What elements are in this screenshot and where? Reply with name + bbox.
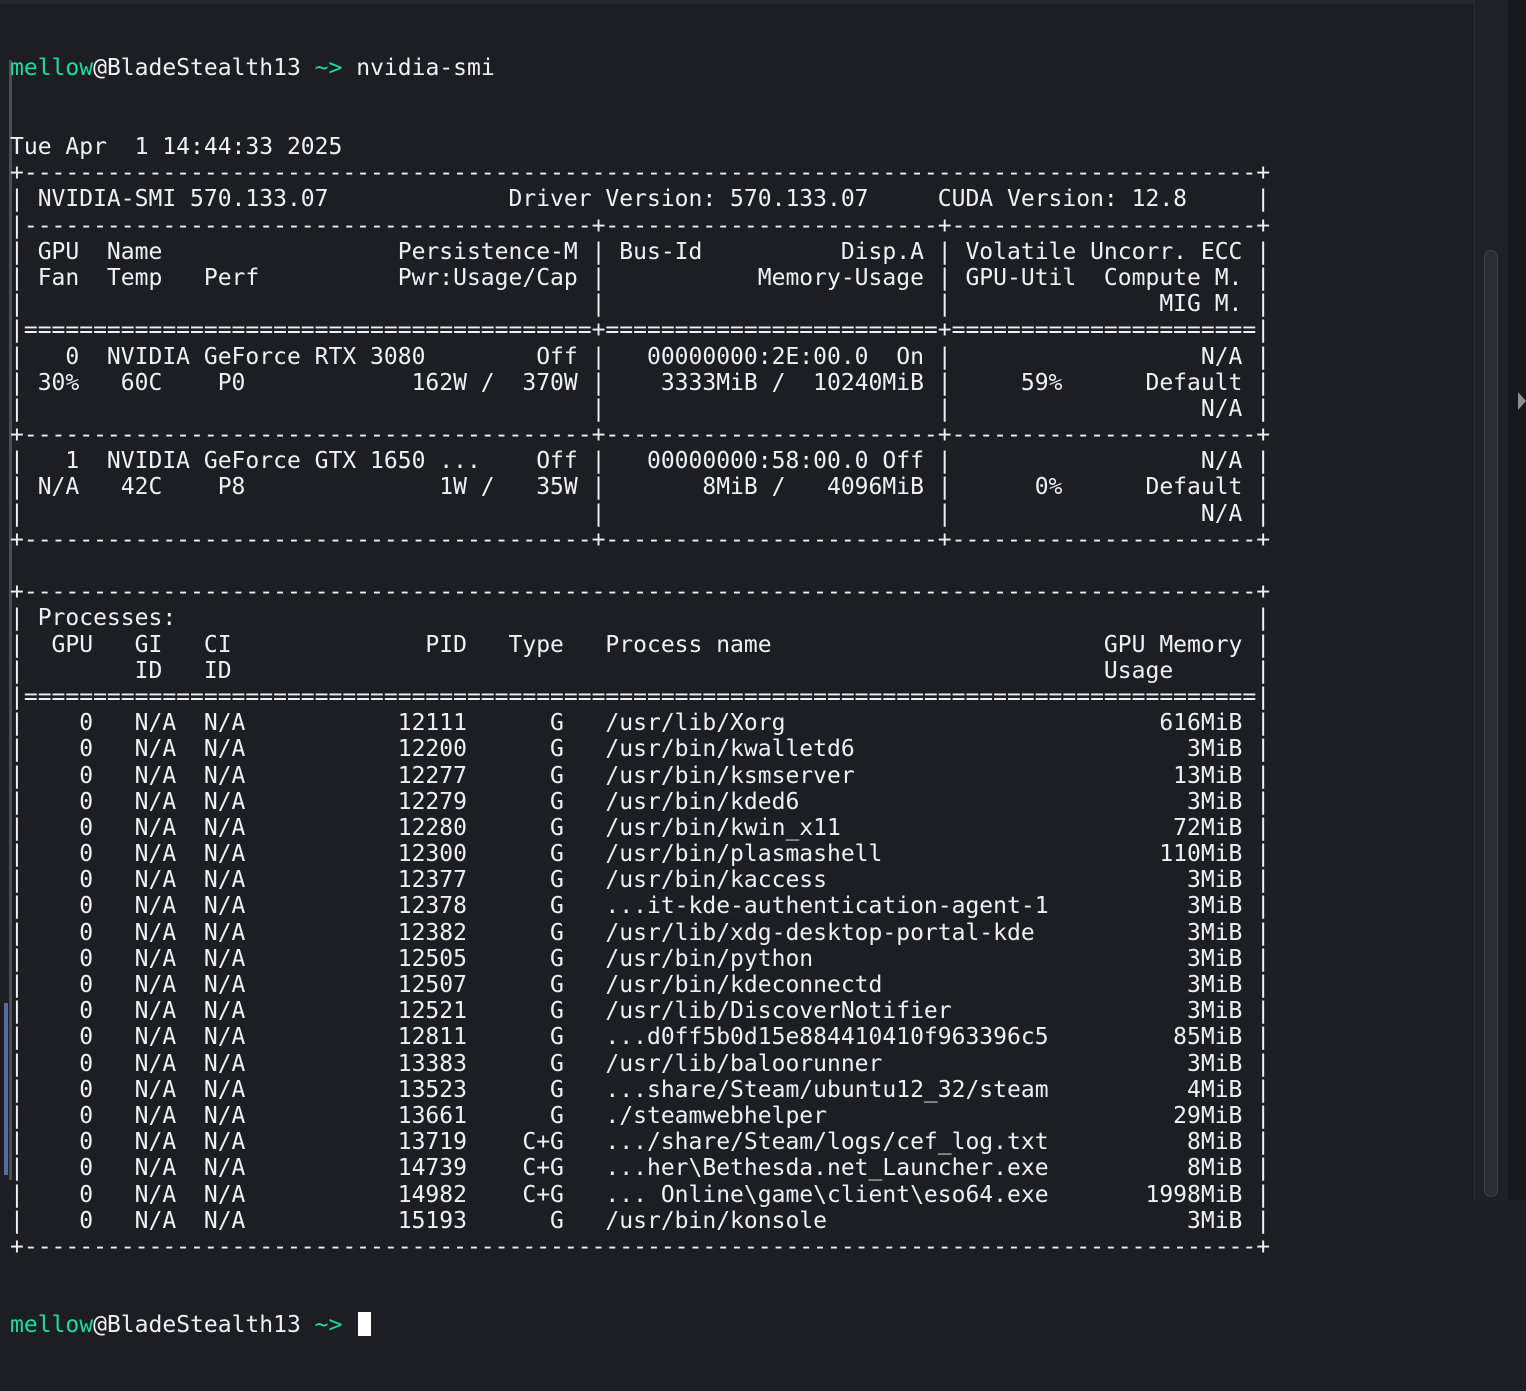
collapse-arrow-icon[interactable] <box>1518 392 1526 410</box>
output-line: | 0 N/A N/A 12300 G /usr/bin/plasmashell… <box>10 841 1271 868</box>
output-line: | 0 N/A N/A 12505 G /usr/bin/python 3MiB… <box>10 945 1271 972</box>
output-line: | Fan Temp Perf Pwr:Usage/Cap | Memory-U… <box>10 264 1271 291</box>
prompt-dir-current: ~> <box>300 1312 343 1339</box>
output-line: |=======================================… <box>10 683 1271 710</box>
output-line: +---------------------------------------… <box>10 160 1271 187</box>
output-line: | | | N/A | <box>10 395 1271 422</box>
output-line: | 0 N/A N/A 15193 G /usr/bin/konsole 3Mi… <box>10 1207 1271 1234</box>
output-line: | Processes: | <box>10 605 1271 632</box>
scrollbar-thumb[interactable] <box>1484 250 1498 1197</box>
output-line: | 0 N/A N/A 12377 G /usr/bin/kaccess 3Mi… <box>10 867 1271 894</box>
prompt-host-current: BladeStealth13 <box>106 1312 301 1339</box>
output-line: | 0 N/A N/A 13523 G ...share/Steam/ubunt… <box>10 1076 1271 1103</box>
output-line: | 1 NVIDIA GeForce GTX 1650 ... Off | 00… <box>10 448 1271 475</box>
output-line: |---------------------------------------… <box>10 212 1271 239</box>
prompt-command: nvidia-smi <box>342 55 495 82</box>
output-line: +---------------------------------------… <box>10 579 1271 606</box>
output-line: | 0 N/A N/A 13383 G /usr/lib/baloorunner… <box>10 1050 1271 1077</box>
output-line: Tue Apr 1 14:44:33 2025 <box>10 134 343 160</box>
gutter-highlight <box>4 1003 8 1175</box>
prompt-host: BladeStealth13 <box>106 55 301 82</box>
output-line: | | | N/A | <box>10 500 1271 527</box>
output-line: | GPU GI CI PID Type Process name GPU Me… <box>10 631 1271 658</box>
output-line: | 0 N/A N/A 12280 G /usr/bin/kwin_x11 72… <box>10 814 1271 841</box>
prompt-line: mellow@BladeStealth13 ~> nvidia-smi <box>10 55 1270 81</box>
output-line: | 0 N/A N/A 12279 G /usr/bin/kded6 3MiB … <box>10 788 1271 815</box>
output-line: | 0 N/A N/A 12378 G ...it-kde-authentica… <box>10 893 1271 920</box>
output-line: | NVIDIA-SMI 570.133.07 Driver Version: … <box>10 186 1271 213</box>
output-line: +---------------------------------------… <box>10 1233 1271 1260</box>
output-line: | 0 N/A N/A 14739 C+G ...her\Bethesda.ne… <box>10 1155 1271 1182</box>
output-line: | 0 N/A N/A 13661 G ./steamwebhelper 29M… <box>10 1102 1271 1129</box>
text-cursor[interactable] <box>358 1312 372 1337</box>
terminal-output[interactable]: mellow@BladeStealth13 ~> nvidia-smi Tue … <box>10 3 1270 1391</box>
output-line: | 0 N/A N/A 14982 C+G ... Online\game\cl… <box>10 1181 1271 1208</box>
output-line: | 0 N/A N/A 12521 G /usr/lib/DiscoverNot… <box>10 998 1271 1025</box>
output-line: | ID ID Usage | <box>10 657 1271 684</box>
window-edge <box>1508 0 1526 1200</box>
output-line: | 0 N/A N/A 12277 G /usr/bin/ksmserver 1… <box>10 762 1271 789</box>
output-line: | 30% 60C P0 162W / 370W | 3333MiB / 102… <box>10 369 1271 396</box>
output-line: | 0 N/A N/A 12111 G /usr/lib/Xorg 616MiB… <box>10 710 1271 737</box>
output-line: | 0 N/A N/A 12811 G ...d0ff5b0d15e884410… <box>10 1024 1271 1051</box>
prompt-at-current: @ <box>93 1312 107 1339</box>
output-line: |=======================================… <box>10 317 1271 344</box>
output-line: | 0 NVIDIA GeForce RTX 3080 Off | 000000… <box>10 343 1271 370</box>
output-line: | N/A 42C P8 1W / 35W | 8MiB / 4096MiB |… <box>10 474 1271 501</box>
output-line: +---------------------------------------… <box>10 526 1271 553</box>
output-line: | 0 N/A N/A 13719 C+G .../share/Steam/lo… <box>10 1129 1271 1156</box>
output-line: | 0 N/A N/A 12382 G /usr/lib/xdg-desktop… <box>10 919 1271 946</box>
output-line: | 0 N/A N/A 12507 G /usr/bin/kdeconnectd… <box>10 972 1271 998</box>
prompt-at: @ <box>93 55 107 82</box>
prompt-user-current: mellow <box>10 1312 94 1339</box>
output-line: | | | MIG M. | <box>10 291 1271 318</box>
terminal-window[interactable]: mellow@BladeStealth13 ~> nvidia-smi Tue … <box>0 0 1526 1338</box>
output-line: | 0 N/A N/A 12200 G /usr/bin/kwalletd6 3… <box>10 736 1271 763</box>
output-line: | GPU Name Persistence-M | Bus-Id Disp.A… <box>10 238 1271 265</box>
prompt-user: mellow <box>10 55 94 82</box>
output-line: +---------------------------------------… <box>10 422 1271 449</box>
prompt-line-current[interactable]: mellow@BladeStealth13 ~> <box>10 1312 1270 1338</box>
command-output: Tue Apr 1 14:44:33 2025 +----------------… <box>10 134 1270 1260</box>
prompt-dir: ~> <box>300 55 343 82</box>
